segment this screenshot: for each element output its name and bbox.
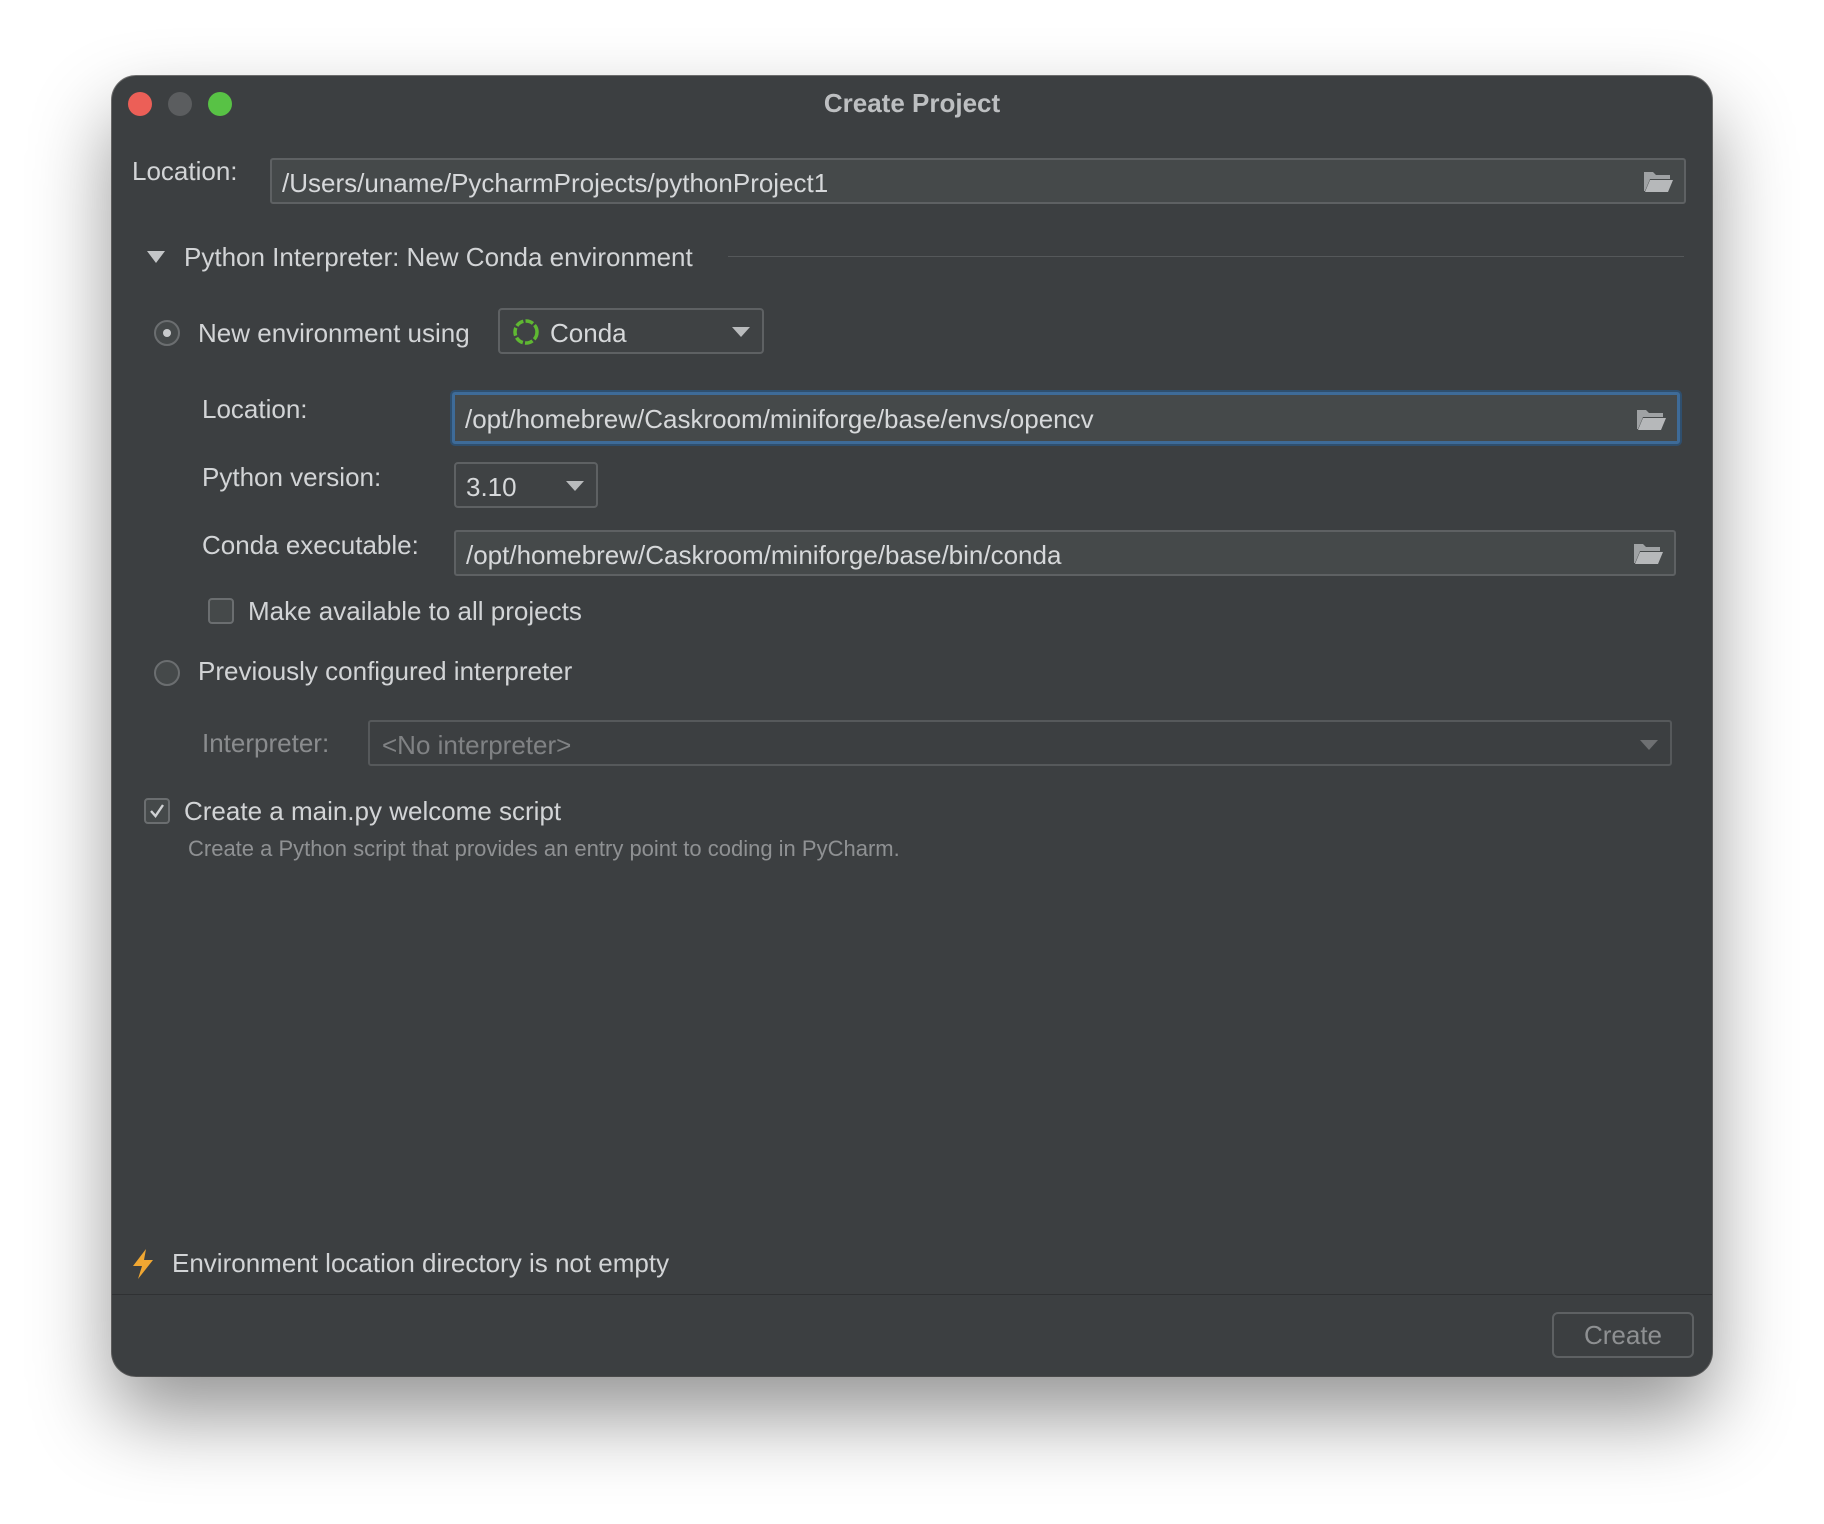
welcome-script-checkbox[interactable] [144,798,170,824]
conda-executable-field[interactable]: /opt/homebrew/Caskroom/miniforge/base/bi… [454,530,1676,576]
chevron-down-icon [1640,740,1658,750]
interpreter-value: <No interpreter> [382,730,572,760]
python-version-label: Python version: [202,462,382,492]
new-environment-label[interactable]: New environment using [198,318,470,349]
env-location-field[interactable]: /opt/homebrew/Caskroom/miniforge/base/en… [452,392,1680,444]
make-available-checkbox[interactable] [208,598,234,624]
warning-message: Environment location directory is not em… [172,1248,670,1278]
title-bar: Create Project [112,76,1712,132]
conda-executable-value: /opt/homebrew/Caskroom/miniforge/base/bi… [466,540,1062,570]
welcome-script-label[interactable]: Create a main.py welcome script [184,796,561,827]
interpreter-label: Interpreter: [202,728,330,758]
section-divider [728,256,1684,257]
checkmark-icon [150,804,164,818]
previous-interpreter-label[interactable]: Previously configured interpreter [198,656,572,687]
env-location-label: Location: [202,394,308,424]
previous-interpreter-radio[interactable] [154,660,180,686]
folder-icon[interactable] [1635,406,1667,432]
interpreter-dropdown[interactable]: <No interpreter> [368,720,1672,766]
project-location-label: Location: [132,156,238,186]
project-location-field[interactable]: /Users/uname/PycharmProjects/pythonProje… [270,158,1686,204]
environment-tool-dropdown[interactable]: Conda [498,308,764,354]
welcome-script-description: Create a Python script that provides an … [188,836,900,861]
chevron-down-icon [566,481,584,491]
lightning-icon [133,1249,153,1279]
window-title: Create Project [823,88,1001,118]
folder-icon[interactable] [1632,540,1664,566]
interpreter-section-header[interactable]: Python Interpreter: New Conda environmen… [184,242,693,273]
create-project-dialog: Create Project Location: /Users/uname/Py… [112,76,1712,1376]
conda-executable-label: Conda executable: [202,530,419,560]
python-version-dropdown[interactable]: 3.10 [454,462,598,508]
environment-tool-value: Conda [550,318,627,348]
env-location-value: /opt/homebrew/Caskroom/miniforge/base/en… [465,404,1094,434]
collapse-triangle-icon[interactable] [146,250,166,264]
project-location-value: /Users/uname/PycharmProjects/pythonProje… [282,168,829,198]
folder-icon[interactable] [1642,168,1674,194]
make-available-label[interactable]: Make available to all projects [248,596,582,627]
new-environment-radio[interactable] [154,320,180,346]
create-button[interactable]: Create [1552,1312,1694,1358]
conda-icon [513,319,539,345]
python-version-value: 3.10 [466,472,517,502]
footer-divider [112,1294,1712,1295]
chevron-down-icon [732,327,750,337]
